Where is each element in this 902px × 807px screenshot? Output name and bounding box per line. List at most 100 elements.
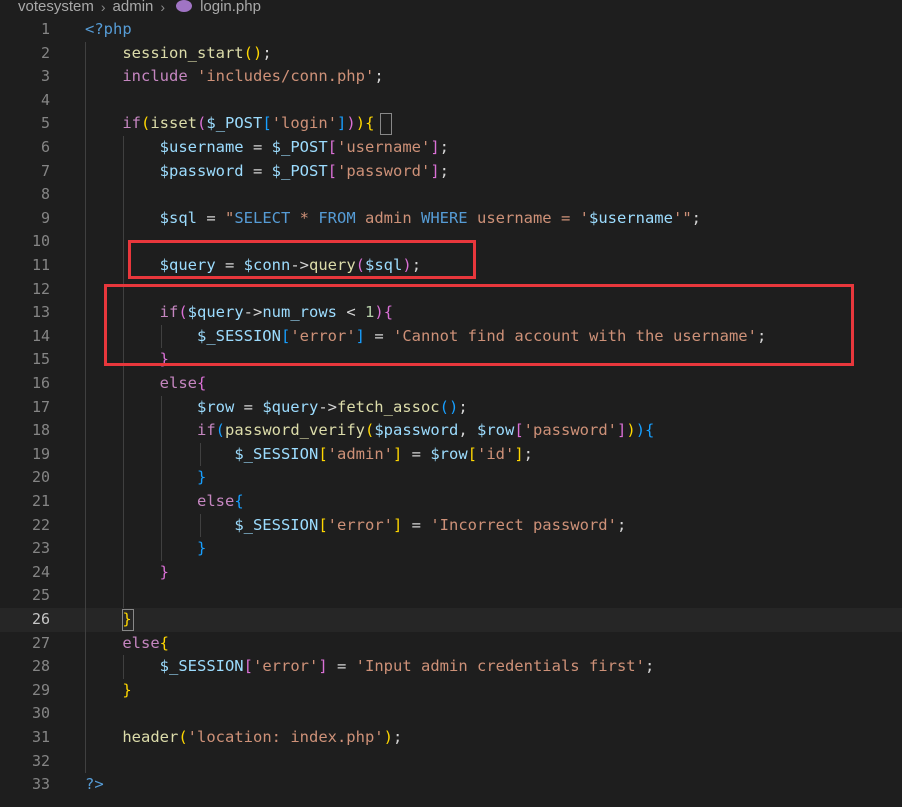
code-line[interactable]: 20 }: [0, 466, 902, 490]
red-highlight-box-query: [128, 240, 476, 279]
code-line[interactable]: 33 ?>: [0, 773, 902, 797]
code-token: ): [383, 728, 393, 746]
chevron-right-icon: ›: [100, 0, 106, 15]
code-text[interactable]: include 'includes/conn.php';: [85, 65, 384, 89]
code-text[interactable]: $password = $_POST['password'];: [85, 160, 449, 184]
code-line[interactable]: 25: [0, 584, 902, 608]
code-token: [: [514, 421, 524, 440]
code-line[interactable]: 31 header('location: index.php');: [0, 726, 902, 750]
code-token: [: [262, 114, 272, 133]
code-token: header: [122, 728, 179, 746]
code-line[interactable]: 22 $_SESSION['error'] = 'Incorrect passw…: [0, 514, 902, 538]
code-text[interactable]: session_start();: [85, 42, 271, 66]
code-token: ;: [374, 67, 384, 86]
line-number: 27: [31, 633, 50, 652]
code-line[interactable]: 17 $row = $query->fetch_assoc();: [0, 396, 902, 420]
code-token: ): [626, 421, 636, 440]
code-line[interactable]: 7 $password = $_POST['password'];: [0, 160, 902, 184]
code-token: ]: [430, 138, 440, 156]
code-line[interactable]: 8: [0, 183, 902, 207]
code-line[interactable]: 23 }: [0, 537, 902, 561]
code-text[interactable]: }: [85, 537, 206, 561]
line-number: 21: [31, 492, 50, 510]
line-number: 10: [31, 232, 50, 251]
code-token: $username: [159, 138, 244, 156]
code-token: fetch_assoc: [336, 397, 440, 416]
code-token: $query: [262, 397, 319, 416]
line-number: 32: [31, 751, 50, 770]
code-text[interactable]: $row = $query->fetch_assoc();: [85, 396, 468, 420]
code-line[interactable]: 6 $username = $_POST['username'];: [0, 136, 902, 160]
code-line[interactable]: 2 session_start();: [0, 42, 902, 66]
code-token: ;: [458, 397, 468, 416]
code-line[interactable]: 16 else{: [0, 372, 902, 396]
php-elephant-icon: [176, 0, 193, 12]
bracket-match-highlight: [380, 113, 392, 135]
line-number: 19: [31, 444, 50, 463]
code-token: admin: [355, 208, 421, 227]
code-line[interactable]: 32: [0, 750, 902, 774]
code-text[interactable]: <?php: [85, 18, 132, 42]
breadcrumb-folder-admin[interactable]: admin: [113, 0, 154, 15]
code-text[interactable]: if(password_verify($password, $row['pass…: [85, 419, 654, 443]
code-token: [: [243, 657, 253, 676]
code-text[interactable]: $_SESSION['error'] = 'Incorrect password…: [85, 514, 626, 538]
code-token: ->: [318, 397, 337, 416]
code-text[interactable]: else{: [85, 490, 244, 514]
code-text[interactable]: }: [85, 679, 131, 703]
code-line[interactable]: 9 $sql = "SELECT * FROM admin WHERE user…: [0, 207, 902, 231]
code-token: FROM: [318, 208, 356, 227]
code-text[interactable]: else{: [85, 632, 169, 656]
code-text[interactable]: }: [85, 466, 206, 490]
breadcrumb-folder-votesystem[interactable]: votesystem: [18, 0, 94, 15]
code-token: $_SESSION: [234, 515, 319, 534]
code-token: =: [243, 161, 272, 180]
code-text[interactable]: $_SESSION['error'] = 'Input admin creden…: [85, 655, 655, 679]
code-line[interactable]: 4: [0, 89, 902, 113]
code-token: if: [122, 114, 141, 133]
code-line[interactable]: 5 if(isset($_POST['login'])){: [0, 112, 902, 136]
indent-guide: [85, 41, 86, 774]
indent-guide: [123, 655, 125, 679]
code-line[interactable]: 28 $_SESSION['error'] = 'Input admin cre…: [0, 655, 902, 679]
line-number: 24: [31, 562, 50, 581]
code-token: [: [318, 515, 328, 534]
code-text[interactable]: if(isset($_POST['login'])){: [85, 112, 374, 136]
code-text[interactable]: else{: [85, 372, 207, 396]
indent-guide: [161, 395, 163, 561]
code-line[interactable]: 19 $_SESSION['admin'] = $row['id'];: [0, 443, 902, 467]
code-line[interactable]: 30: [0, 702, 902, 726]
line-number: 12: [31, 279, 50, 298]
code-token: {: [645, 421, 655, 440]
code-line[interactable]: 24 }: [0, 561, 902, 585]
code-token: ]: [392, 515, 403, 534]
code-token: isset: [150, 114, 198, 133]
code-token: include: [122, 67, 188, 86]
code-text[interactable]: }: [85, 561, 169, 585]
code-token: =: [402, 444, 431, 463]
code-text[interactable]: $username = $_POST['username'];: [85, 136, 449, 160]
code-text[interactable]: ?>: [85, 773, 104, 797]
code-line[interactable]: 1 <?php: [0, 18, 902, 42]
code-line[interactable]: 26 }: [0, 608, 902, 632]
code-token: 'Incorrect password': [430, 515, 617, 534]
code-token: }: [196, 468, 207, 487]
code-line[interactable]: 3 include 'includes/conn.php';: [0, 65, 902, 89]
code-token: ;: [439, 161, 450, 180]
code-token: }: [196, 539, 207, 558]
code-token: $_POST: [271, 138, 328, 156]
code-line[interactable]: 18 if(password_verify($password, $row['p…: [0, 419, 902, 443]
code-line[interactable]: 27 else{: [0, 632, 902, 656]
code-text[interactable]: $sql = "SELECT * FROM admin WHERE userna…: [85, 207, 701, 231]
code-line[interactable]: 29 }: [0, 679, 902, 703]
breadcrumb-file-login[interactable]: login.php: [200, 0, 261, 15]
code-text[interactable]: header('location: index.php');: [85, 726, 402, 750]
code-text[interactable]: $_SESSION['admin'] = $row['id'];: [85, 443, 533, 467]
code-token: ]: [337, 114, 347, 133]
code-token: ?>: [85, 775, 104, 794]
code-line[interactable]: 21 else{: [0, 490, 902, 514]
